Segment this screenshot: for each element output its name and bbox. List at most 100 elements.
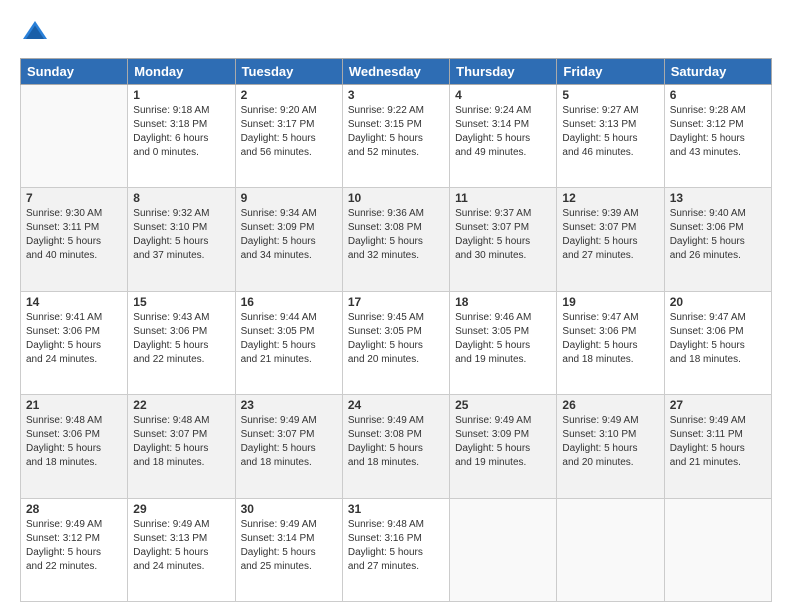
day-number: 29 <box>133 502 229 516</box>
day-cell: 24Sunrise: 9:49 AMSunset: 3:08 PMDayligh… <box>342 395 449 498</box>
day-number: 10 <box>348 191 444 205</box>
day-cell <box>450 498 557 601</box>
day-cell: 29 Sunrise: 9:49 AMSunset: 3:13 PMDayligh… <box>128 498 235 601</box>
day-cell: 1Sunrise: 9:18 AMSunset: 3:18 PMDaylight… <box>128 85 235 188</box>
day-info: Sunrise: 9:49 AMSunset: 3:10 PMDaylight:… <box>562 414 658 470</box>
day-info: Sunrise: 9:49 AMSunset: 3:07 PMDaylight:… <box>241 414 337 470</box>
day-info: Sunrise: 9:48 AMSunset: 3:16 PMDaylight:… <box>348 518 444 574</box>
day-cell: 7Sunrise: 9:30 AMSunset: 3:11 PMDaylight… <box>21 188 128 291</box>
day-cell: 30Sunrise: 9:49 AMSunset: 3:14 PMDayligh… <box>235 498 342 601</box>
day-info: Sunrise: 9:41 AMSunset: 3:06 PMDaylight:… <box>26 311 122 367</box>
day-number: 14 <box>26 295 122 309</box>
day-cell: 8 Sunrise: 9:32 AMSunset: 3:10 PMDaylight… <box>128 188 235 291</box>
day-info: Sunrise: 9:34 AMSunset: 3:09 PMDaylight:… <box>241 207 337 263</box>
weekday-header-row: SundayMondayTuesdayWednesdayThursdayFrid… <box>21 59 772 85</box>
day-number: 23 <box>241 398 337 412</box>
day-number: 31 <box>348 502 444 516</box>
day-number: 18 <box>455 295 551 309</box>
day-info: Sunrise: 9:18 AMSunset: 3:18 PMDaylight:… <box>133 104 229 160</box>
day-info: Sunrise: 9:49 AMSunset: 3:09 PMDaylight:… <box>455 414 551 470</box>
day-cell: 27 Sunrise: 9:49 AMSunset: 3:11 PMDayligh… <box>664 395 771 498</box>
day-number: 4 <box>455 88 551 102</box>
day-info: Sunrise: 9:48 AMSunset: 3:07 PMDaylight:… <box>133 414 229 470</box>
day-number: 6 <box>670 88 766 102</box>
day-info: Sunrise: 9:37 AMSunset: 3:07 PMDaylight:… <box>455 207 551 263</box>
week-row-4: 21 Sunrise: 9:48 AMSunset: 3:06 PMDayligh… <box>21 395 772 498</box>
day-info: Sunrise: 9:43 AMSunset: 3:06 PMDaylight:… <box>133 311 229 367</box>
day-cell: 11Sunrise: 9:37 AMSunset: 3:07 PMDayligh… <box>450 188 557 291</box>
day-number: 25 <box>455 398 551 412</box>
day-info: Sunrise: 9:36 AMSunset: 3:08 PMDaylight:… <box>348 207 444 263</box>
day-cell: 15 Sunrise: 9:43 AMSunset: 3:06 PMDayligh… <box>128 291 235 394</box>
day-cell <box>21 85 128 188</box>
week-row-2: 7Sunrise: 9:30 AMSunset: 3:11 PMDaylight… <box>21 188 772 291</box>
day-number: 16 <box>241 295 337 309</box>
weekday-wednesday: Wednesday <box>342 59 449 85</box>
day-info: Sunrise: 9:32 AMSunset: 3:10 PMDaylight:… <box>133 207 229 263</box>
day-cell: 17 Sunrise: 9:45 AMSunset: 3:05 PMDayligh… <box>342 291 449 394</box>
day-cell: 18 Sunrise: 9:46 AMSunset: 3:05 PMDayligh… <box>450 291 557 394</box>
day-number: 21 <box>26 398 122 412</box>
day-number: 7 <box>26 191 122 205</box>
weekday-saturday: Saturday <box>664 59 771 85</box>
day-cell: 3 Sunrise: 9:22 AMSunset: 3:15 PMDaylight… <box>342 85 449 188</box>
day-cell: 2Sunrise: 9:20 AMSunset: 3:17 PMDaylight… <box>235 85 342 188</box>
day-cell: 13 Sunrise: 9:40 AMSunset: 3:06 PMDayligh… <box>664 188 771 291</box>
day-number: 20 <box>670 295 766 309</box>
week-row-5: 28Sunrise: 9:49 AMSunset: 3:12 PMDayligh… <box>21 498 772 601</box>
day-info: Sunrise: 9:49 AMSunset: 3:14 PMDaylight:… <box>241 518 337 574</box>
day-info: Sunrise: 9:49 AMSunset: 3:11 PMDaylight:… <box>670 414 766 470</box>
day-cell: 6 Sunrise: 9:28 AMSunset: 3:12 PMDaylight… <box>664 85 771 188</box>
day-number: 19 <box>562 295 658 309</box>
weekday-sunday: Sunday <box>21 59 128 85</box>
calendar: SundayMondayTuesdayWednesdayThursdayFrid… <box>20 58 772 602</box>
logo <box>20 18 54 48</box>
day-cell: 10 Sunrise: 9:36 AMSunset: 3:08 PMDayligh… <box>342 188 449 291</box>
day-number: 5 <box>562 88 658 102</box>
day-cell: 16 Sunrise: 9:44 AMSunset: 3:05 PMDayligh… <box>235 291 342 394</box>
day-info: Sunrise: 9:45 AMSunset: 3:05 PMDaylight:… <box>348 311 444 367</box>
day-info: Sunrise: 9:49 AMSunset: 3:12 PMDaylight:… <box>26 518 122 574</box>
day-cell: 4 Sunrise: 9:24 AMSunset: 3:14 PMDaylight… <box>450 85 557 188</box>
day-cell: 25 Sunrise: 9:49 AMSunset: 3:09 PMDayligh… <box>450 395 557 498</box>
day-info: Sunrise: 9:48 AMSunset: 3:06 PMDaylight:… <box>26 414 122 470</box>
day-info: Sunrise: 9:40 AMSunset: 3:06 PMDaylight:… <box>670 207 766 263</box>
day-cell: 14 Sunrise: 9:41 AMSunset: 3:06 PMDayligh… <box>21 291 128 394</box>
day-number: 13 <box>670 191 766 205</box>
day-cell: 22Sunrise: 9:48 AMSunset: 3:07 PMDayligh… <box>128 395 235 498</box>
day-number: 15 <box>133 295 229 309</box>
day-number: 3 <box>348 88 444 102</box>
day-number: 8 <box>133 191 229 205</box>
day-info: Sunrise: 9:44 AMSunset: 3:05 PMDaylight:… <box>241 311 337 367</box>
day-cell: 5 Sunrise: 9:27 AMSunset: 3:13 PMDaylight… <box>557 85 664 188</box>
day-cell: 23 Sunrise: 9:49 AMSunset: 3:07 PMDayligh… <box>235 395 342 498</box>
day-number: 17 <box>348 295 444 309</box>
day-cell: 12Sunrise: 9:39 AMSunset: 3:07 PMDayligh… <box>557 188 664 291</box>
weekday-tuesday: Tuesday <box>235 59 342 85</box>
page: SundayMondayTuesdayWednesdayThursdayFrid… <box>0 0 792 612</box>
day-info: Sunrise: 9:47 AMSunset: 3:06 PMDaylight:… <box>670 311 766 367</box>
day-cell: 28Sunrise: 9:49 AMSunset: 3:12 PMDayligh… <box>21 498 128 601</box>
day-cell <box>664 498 771 601</box>
day-info: Sunrise: 9:24 AMSunset: 3:14 PMDaylight:… <box>455 104 551 160</box>
day-cell: 26Sunrise: 9:49 AMSunset: 3:10 PMDayligh… <box>557 395 664 498</box>
weekday-friday: Friday <box>557 59 664 85</box>
day-cell: 19 Sunrise: 9:47 AMSunset: 3:06 PMDayligh… <box>557 291 664 394</box>
day-number: 9 <box>241 191 337 205</box>
day-info: Sunrise: 9:22 AMSunset: 3:15 PMDaylight:… <box>348 104 444 160</box>
logo-icon <box>20 18 50 48</box>
day-info: Sunrise: 9:49 AMSunset: 3:13 PMDaylight:… <box>133 518 229 574</box>
day-info: Sunrise: 9:49 AMSunset: 3:08 PMDaylight:… <box>348 414 444 470</box>
weekday-thursday: Thursday <box>450 59 557 85</box>
day-info: Sunrise: 9:46 AMSunset: 3:05 PMDaylight:… <box>455 311 551 367</box>
week-row-3: 14 Sunrise: 9:41 AMSunset: 3:06 PMDayligh… <box>21 291 772 394</box>
week-row-1: 1Sunrise: 9:18 AMSunset: 3:18 PMDaylight… <box>21 85 772 188</box>
day-number: 12 <box>562 191 658 205</box>
day-info: Sunrise: 9:47 AMSunset: 3:06 PMDaylight:… <box>562 311 658 367</box>
day-info: Sunrise: 9:28 AMSunset: 3:12 PMDaylight:… <box>670 104 766 160</box>
day-info: Sunrise: 9:20 AMSunset: 3:17 PMDaylight:… <box>241 104 337 160</box>
day-cell: 9 Sunrise: 9:34 AMSunset: 3:09 PMDaylight… <box>235 188 342 291</box>
day-cell <box>557 498 664 601</box>
day-number: 27 <box>670 398 766 412</box>
day-info: Sunrise: 9:27 AMSunset: 3:13 PMDaylight:… <box>562 104 658 160</box>
